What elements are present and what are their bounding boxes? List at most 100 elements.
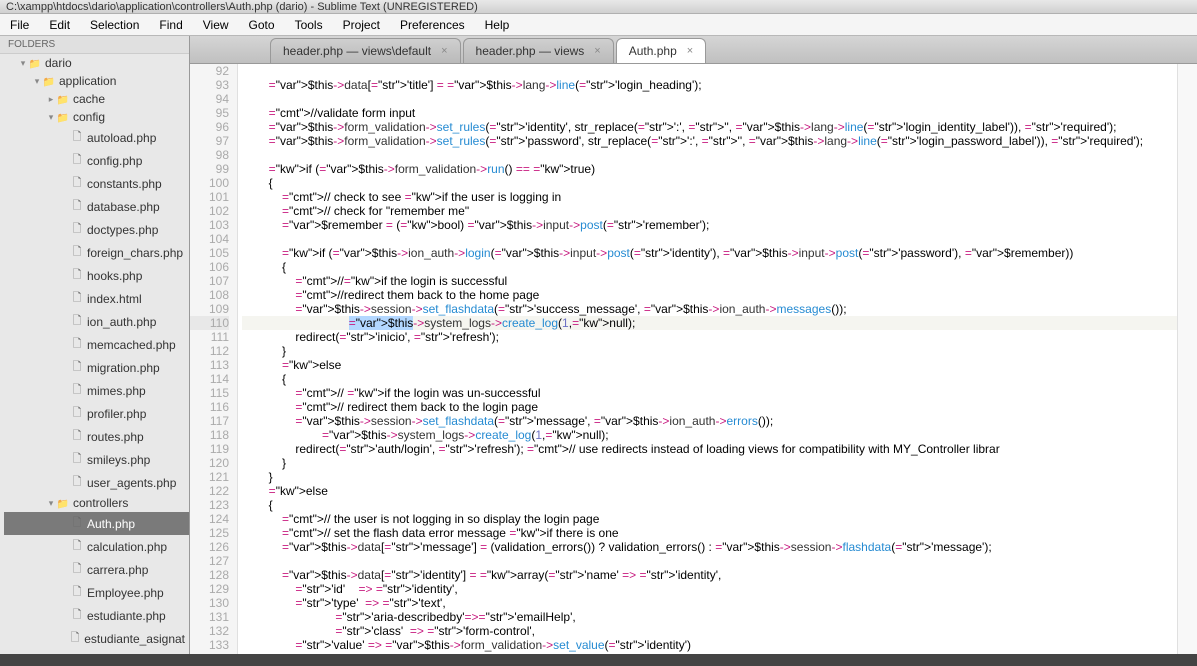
line-number[interactable]: 119 — [190, 442, 229, 456]
code-line[interactable]: ="cmt">// check for "remember me" — [242, 204, 1177, 218]
code-line[interactable]: ="var">$this->system_logs->create_log(1,… — [242, 428, 1177, 442]
code-line[interactable]: ="var">$this->session->set_flashdata(="s… — [242, 414, 1177, 428]
file-Employee-php[interactable]: Employee.php — [4, 581, 189, 604]
line-number[interactable]: 133 — [190, 638, 229, 652]
tab-auth[interactable]: Auth.php× — [616, 38, 706, 63]
file-index-html[interactable]: index.html — [4, 287, 189, 310]
code-line[interactable]: { — [242, 260, 1177, 274]
code-line[interactable]: } — [242, 344, 1177, 358]
file-mimes-php[interactable]: mimes.php — [4, 379, 189, 402]
menu-project[interactable]: Project — [333, 14, 390, 35]
line-number[interactable]: 129 — [190, 582, 229, 596]
tab-close-icon[interactable]: × — [441, 45, 447, 57]
file-ion_auth-php[interactable]: ion_auth.php — [4, 310, 189, 333]
disclosure-arrow-icon[interactable] — [46, 498, 56, 509]
code-line[interactable]: ="str">'type' => ="str">'text', — [242, 596, 1177, 610]
code-line[interactable]: ="var">$remember = (="kw">bool) ="var">$… — [242, 218, 1177, 232]
code-line[interactable]: ="kw">else — [242, 484, 1177, 498]
code-line[interactable]: ="cmt">// redirect them back to the logi… — [242, 400, 1177, 414]
code-line[interactable] — [242, 92, 1177, 106]
code-line[interactable]: { — [242, 176, 1177, 190]
file-Auth-php[interactable]: Auth.php — [4, 512, 189, 535]
disclosure-arrow-icon[interactable] — [32, 76, 42, 87]
menu-help[interactable]: Help — [475, 14, 520, 35]
tab-header[interactable]: header.php — views\default× — [270, 38, 461, 63]
code-line[interactable]: { — [242, 372, 1177, 386]
line-number[interactable]: 126 — [190, 540, 229, 554]
file-migration-php[interactable]: migration.php — [4, 356, 189, 379]
line-number[interactable]: 96 — [190, 120, 229, 134]
code-line[interactable]: ="var">$this->data[="str">'title'] = ="v… — [242, 78, 1177, 92]
line-number[interactable]: 130 — [190, 596, 229, 610]
file-database-php[interactable]: database.php — [4, 195, 189, 218]
code-line[interactable]: ="cmt">//redirect them back to the home … — [242, 288, 1177, 302]
menu-tools[interactable]: Tools — [285, 14, 333, 35]
line-number[interactable]: 116 — [190, 400, 229, 414]
folder-application[interactable]: application — [4, 72, 189, 90]
line-number[interactable]: 128 — [190, 568, 229, 582]
code-line[interactable]: ="kw">else — [242, 358, 1177, 372]
code-line[interactable]: ="var">$this->form_validation->set_rules… — [242, 134, 1177, 148]
line-number[interactable]: 124 — [190, 512, 229, 526]
code-line[interactable] — [242, 64, 1177, 78]
disclosure-arrow-icon[interactable] — [18, 58, 28, 69]
line-number[interactable]: 112 — [190, 344, 229, 358]
line-number[interactable]: 114 — [190, 372, 229, 386]
code-line[interactable]: ="var">$this->session->set_flashdata(="s… — [242, 302, 1177, 316]
file-estudiante-php[interactable]: estudiante.php — [4, 604, 189, 627]
file-foreign_chars-php[interactable]: foreign_chars.php — [4, 241, 189, 264]
code-line[interactable]: ="str">'class' => ="str">'form-control', — [242, 624, 1177, 638]
line-number[interactable]: 120 — [190, 456, 229, 470]
code-line[interactable]: redirect(="str">'inicio', ="str">'refres… — [242, 330, 1177, 344]
code-line[interactable]: ="cmt">//validate form input — [242, 106, 1177, 120]
file-evento-php[interactable]: evento.php — [4, 650, 189, 654]
code-line[interactable]: ="var">$this->system_logs->create_log(1,… — [242, 316, 1177, 330]
code-line[interactable] — [242, 554, 1177, 568]
code-line[interactable]: { — [242, 498, 1177, 512]
menu-view[interactable]: View — [193, 14, 239, 35]
line-number[interactable]: 92 — [190, 64, 229, 78]
folder-cache[interactable]: cache — [4, 90, 189, 108]
line-number[interactable]: 108 — [190, 288, 229, 302]
folder-config[interactable]: config — [4, 108, 189, 126]
line-number[interactable]: 109 — [190, 302, 229, 316]
file-memcached-php[interactable]: memcached.php — [4, 333, 189, 356]
file-carrera-php[interactable]: carrera.php — [4, 558, 189, 581]
tab-header[interactable]: header.php — views× — [463, 38, 614, 63]
line-number[interactable]: 95 — [190, 106, 229, 120]
line-number[interactable]: 102 — [190, 204, 229, 218]
tab-close-icon[interactable]: × — [594, 45, 600, 57]
file-constants-php[interactable]: constants.php — [4, 172, 189, 195]
line-number[interactable]: 123 — [190, 498, 229, 512]
code-line[interactable]: ="str">'id' => ="str">'identity', — [242, 582, 1177, 596]
code-line[interactable]: ="cmt">// the user is not logging in so … — [242, 512, 1177, 526]
line-number[interactable]: 125 — [190, 526, 229, 540]
code-line[interactable]: ="cmt">//="kw">if the login is successfu… — [242, 274, 1177, 288]
line-number[interactable]: 99 — [190, 162, 229, 176]
code-line[interactable]: ="var">$this->data[="str">'identity'] = … — [242, 568, 1177, 582]
code-line[interactable]: ="cmt">// check to see ="kw">if the user… — [242, 190, 1177, 204]
line-number[interactable]: 110 — [190, 316, 229, 330]
menu-preferences[interactable]: Preferences — [390, 14, 475, 35]
line-number[interactable]: 122 — [190, 484, 229, 498]
code-line[interactable]: ="str">'value' => ="var">$this->form_val… — [242, 638, 1177, 652]
line-number[interactable]: 101 — [190, 190, 229, 204]
line-number[interactable]: 132 — [190, 624, 229, 638]
line-number[interactable]: 100 — [190, 176, 229, 190]
code-line[interactable]: } — [242, 470, 1177, 484]
line-number[interactable]: 115 — [190, 386, 229, 400]
line-number[interactable]: 121 — [190, 470, 229, 484]
menu-edit[interactable]: Edit — [39, 14, 80, 35]
line-number[interactable]: 118 — [190, 428, 229, 442]
code-editor[interactable]: ="var">$this->data[="str">'title'] = ="v… — [238, 64, 1177, 654]
line-number[interactable]: 93 — [190, 78, 229, 92]
code-line[interactable]: ="cmt">// set the flash data error messa… — [242, 526, 1177, 540]
disclosure-arrow-icon[interactable] — [46, 112, 56, 123]
line-number[interactable]: 94 — [190, 92, 229, 106]
line-number[interactable]: 106 — [190, 260, 229, 274]
menu-file[interactable]: File — [0, 14, 39, 35]
file-hooks-php[interactable]: hooks.php — [4, 264, 189, 287]
menu-selection[interactable]: Selection — [80, 14, 149, 35]
folder-controllers[interactable]: controllers — [4, 494, 189, 512]
code-line[interactable]: ="var">$this->form_validation->set_rules… — [242, 120, 1177, 134]
